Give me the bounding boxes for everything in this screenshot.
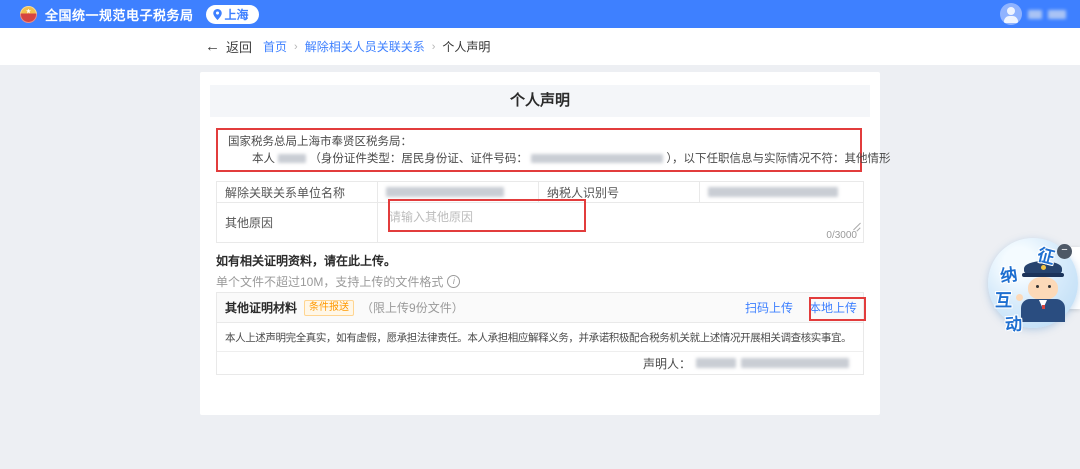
- upload-note-title: 如有相关证明资料，请在此上传。: [216, 254, 397, 268]
- masked-unit-name: [386, 187, 504, 197]
- char-counter: 0/3000: [826, 230, 857, 241]
- textarea-resize-handle[interactable]: [852, 222, 861, 231]
- assistant-minimize-button[interactable]: −: [1057, 244, 1072, 259]
- unit-name-label: 解除关联关系单位名称: [217, 182, 378, 202]
- masked-declarant-name: [278, 154, 307, 164]
- declaration-card: 个人声明 国家税务总局上海市奉贤区税务局： 本人 （身份证件类型：居民身份证、证…: [200, 72, 891, 415]
- other-reason-label: 其他原因: [217, 203, 378, 242]
- breadcrumb: 首页 › 解除相关人员关联关系 › 个人声明: [263, 28, 490, 65]
- info-icon[interactable]: i: [447, 275, 461, 288]
- app-title: 全国统一规范电子税务局: [45, 7, 194, 23]
- declaration-form-table: 解除关联关系单位名称 纳税人识别号 其他原因 请输入其他原因 0/3000: [216, 181, 864, 243]
- declaration-text-box: 国家税务总局上海市奉贤区税务局： 本人 （身份证件类型：居民身份证、证件号码： …: [216, 128, 891, 172]
- other-reason-placeholder: 请输入其他原因: [389, 210, 474, 224]
- upload-box: 其他证明材料 条件报送 （限上传9份文件） 扫码上传 本地上传 本人上述声明完全…: [216, 292, 864, 375]
- declarant-label: 声明人：: [642, 356, 691, 371]
- back-button[interactable]: ← 返回: [205, 28, 252, 65]
- declarant-row: 声明人：: [217, 352, 863, 374]
- location-pin-icon: [212, 8, 222, 20]
- truth-statement: 本人上述声明完全真实，如有虚假，愿承担法律责任。本人承担相应解释义务，并承诺积极…: [217, 323, 863, 352]
- material-label: 其他证明材料: [225, 301, 298, 315]
- breadcrumb-current: 个人声明: [442, 40, 491, 54]
- taxpayer-id-value: [700, 182, 863, 202]
- app-header: 全国统一规范电子税务局 上海: [0, 0, 1080, 28]
- user-avatar[interactable]: [1000, 3, 1022, 25]
- breadcrumb-separator: ›: [294, 40, 298, 53]
- breadcrumb-home[interactable]: 首页: [263, 38, 287, 55]
- upload-limit-note: （限上传9份文件）: [361, 301, 464, 315]
- upload-material-row: 其他证明材料 条件报送 （限上传9份文件） 扫码上传 本地上传: [217, 293, 863, 323]
- declaration-salutation: 国家税务总局上海市奉贤区税务局：: [228, 136, 412, 148]
- taxpayer-id-label: 纳税人识别号: [539, 182, 700, 202]
- unit-name-value: [378, 182, 539, 202]
- masked-username: [1028, 9, 1042, 19]
- location-label: 上海: [224, 7, 249, 22]
- masked-taxpayer-id: [708, 187, 838, 197]
- local-upload-button[interactable]: 本地上传: [809, 299, 857, 316]
- upload-note-sub: 单个文件不超过10M，支持上传的文件格式 i: [216, 273, 461, 290]
- masked-username-2: [1048, 9, 1066, 19]
- masked-declarant-signature: [696, 358, 736, 368]
- declaration-body: 本人 （身份证件类型：居民身份证、证件号码： ），以下任职信息与实际情况不符：其…: [252, 153, 891, 165]
- masked-declaration-date: [741, 358, 849, 368]
- breadcrumb-bar: ← 返回 首页 › 解除相关人员关联关系 › 个人声明: [0, 28, 1080, 65]
- masked-id-number: [531, 154, 664, 164]
- scan-upload-button[interactable]: 扫码上传: [745, 299, 793, 316]
- page-title: 个人声明: [210, 85, 870, 117]
- table-row: 其他原因 请输入其他原因 0/3000: [217, 203, 863, 242]
- table-row: 解除关联关系单位名称 纳税人识别号: [217, 182, 863, 203]
- breadcrumb-parent[interactable]: 解除相关人员关联关系: [305, 38, 425, 55]
- back-arrow-icon: ←: [205, 38, 220, 55]
- breadcrumb-separator: ›: [431, 40, 436, 53]
- conditional-badge: 条件报送: [304, 299, 355, 316]
- back-label: 返回: [226, 40, 253, 55]
- other-reason-textarea[interactable]: 请输入其他原因 0/3000: [378, 203, 863, 242]
- tax-bureau-emblem-icon: [20, 5, 37, 23]
- location-switcher[interactable]: 上海: [205, 4, 259, 24]
